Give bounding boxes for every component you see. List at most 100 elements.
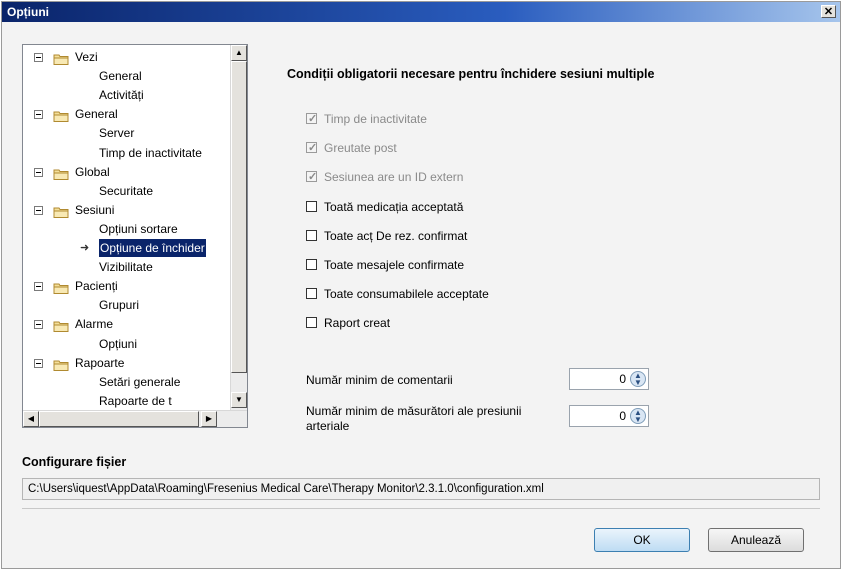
tree-group-label: General: [75, 107, 118, 122]
tree-horizontal-scrollbar[interactable]: ◀ ▶: [23, 410, 247, 427]
collapse-icon[interactable]: [34, 282, 43, 292]
folder-icon: [53, 167, 69, 180]
tree-item-selected-label: Opțiune de închider: [99, 239, 206, 257]
checkbox-label: Toate acț De rez. confirmat: [324, 228, 468, 243]
tree-item-label: Opțiuni sortare: [99, 221, 178, 236]
tree-group-label: Global: [75, 164, 110, 179]
checkbox-checked-icon: ✓: [306, 113, 318, 125]
folder-icon: [53, 319, 69, 333]
tree-item[interactable]: Vizibilitate: [23, 258, 228, 276]
tree-group-label: Alarme: [75, 317, 114, 332]
tree-vertical-scrollbar[interactable]: ▲ ▼: [230, 45, 247, 410]
tree-group-label: Pacienți: [75, 279, 118, 294]
tree-item-label: Vizibilitate: [99, 260, 153, 275]
tree-item[interactable]: Activități: [23, 86, 228, 104]
section-heading: Condiții obligatorii necesare pentru înc…: [287, 67, 655, 81]
checkbox-checked-icon: ✓: [306, 171, 318, 184]
close-button[interactable]: ✕: [821, 5, 836, 18]
tree-item[interactable]: Opțiuni: [23, 335, 228, 353]
tree-group-label: Vezi: [75, 50, 98, 64]
checkbox-label: Timp de inactivitate: [324, 112, 427, 126]
scroll-left-button[interactable]: ◀: [23, 411, 39, 427]
spinner-updown-icon[interactable]: ▲ ▼: [630, 371, 646, 387]
scroll-down-button[interactable]: ▼: [231, 392, 247, 408]
tree-item[interactable]: Server: [23, 124, 228, 142]
collapse-icon[interactable]: [34, 167, 43, 177]
condition-checkbox: ✓ Sesiunea are un ID extern: [306, 169, 463, 185]
tree-item[interactable]: Setări generale: [23, 373, 228, 391]
tree-item-label: Server: [99, 126, 135, 141]
tree-group-vezi[interactable]: Vezi: [23, 48, 228, 66]
checkbox-label: Toate mesajele confirmate: [324, 258, 465, 272]
scroll-right-button[interactable]: ▶: [201, 411, 217, 427]
collapse-icon[interactable]: [34, 320, 43, 330]
folder-icon: [53, 281, 69, 295]
min-comments-value: 0: [619, 372, 626, 386]
checkbox-checked-icon: ✓: [306, 142, 318, 155]
tree-item[interactable]: ➜ Opțiune de închider: [23, 239, 228, 257]
tree-item[interactable]: General: [23, 67, 228, 85]
tree-items: Vezi General Activități General Server Timp d…: [23, 45, 228, 410]
min-bp-measurements-value: 0: [619, 409, 626, 423]
condition-checkbox[interactable]: Toată medicația acceptată: [306, 199, 463, 215]
min-bp-measurements-label-line2: arteriale: [306, 419, 350, 433]
tree-group-rapoarte[interactable]: Rapoarte: [23, 354, 228, 372]
tree-item-label: General: [99, 69, 142, 84]
condition-checkbox[interactable]: Toate consumabilele acceptate: [306, 286, 489, 302]
checkbox-label: Toate consumabilele acceptate: [324, 287, 489, 302]
checkbox-label: Raport creat: [324, 316, 391, 331]
min-comments-spinner[interactable]: 0 ▲ ▼: [569, 368, 649, 390]
checkbox-label: Greutate post: [324, 141, 397, 156]
tree-item-label: Securitate: [99, 183, 154, 198]
scroll-thumb[interactable]: [231, 61, 247, 373]
min-bp-measurements-spinner[interactable]: 0 ▲ ▼: [569, 405, 649, 427]
tree-item[interactable]: Timp de inactivitate: [23, 144, 228, 162]
folder-icon: [53, 358, 69, 371]
tree-group-pacienți[interactable]: Pacienți: [23, 277, 228, 295]
checkbox-icon[interactable]: [306, 229, 317, 241]
tree-item[interactable]: Securitate: [23, 182, 228, 200]
min-bp-measurements-label-line1: Număr minim de măsurători ale presiunii: [306, 404, 522, 418]
tree-item-label: Activități: [99, 88, 144, 103]
h-scroll-thumb[interactable]: [39, 411, 199, 427]
condition-checkbox[interactable]: Toate mesajele confirmate: [306, 257, 464, 273]
scroll-up-button[interactable]: ▲: [231, 45, 247, 61]
tree-group-alarme[interactable]: Alarme: [23, 315, 228, 333]
collapse-icon[interactable]: [34, 205, 43, 215]
tree-group-general[interactable]: General: [23, 105, 228, 123]
divider: [22, 508, 820, 509]
condition-checkbox: ✓ Greutate post: [306, 140, 397, 156]
checkbox-label: Sesiunea are un ID extern: [324, 170, 464, 185]
dialog-title: Opțiuni: [7, 5, 49, 19]
tree-item-label: Grupuri: [99, 298, 140, 313]
checkbox-label: Toată medicația acceptată: [324, 199, 464, 214]
checkbox-icon[interactable]: [306, 259, 317, 270]
condition-checkbox[interactable]: Raport creat: [306, 315, 390, 331]
tree-item[interactable]: Rapoarte de t: [23, 392, 228, 410]
checkbox-icon[interactable]: [306, 288, 317, 300]
tree-item-label: Setări generale: [99, 374, 181, 389]
close-icon: ✕: [823, 6, 834, 18]
collapse-icon[interactable]: [34, 110, 43, 120]
tree-item[interactable]: Opțiuni sortare: [23, 220, 228, 238]
condition-checkbox[interactable]: Toate acț De rez. confirmat: [306, 228, 467, 244]
title-bar: Opțiuni ✕: [2, 2, 840, 22]
tree-item[interactable]: Grupuri: [23, 296, 228, 314]
collapse-icon[interactable]: [34, 53, 43, 62]
tree-group-label: Sesiuni: [75, 202, 115, 217]
ok-button[interactable]: OK: [594, 528, 690, 552]
current-arrow-icon: ➜: [80, 242, 90, 254]
collapse-icon[interactable]: [34, 358, 43, 368]
checkbox-icon[interactable]: [306, 317, 317, 329]
folder-icon: [53, 52, 69, 65]
options-tree[interactable]: Vezi General Activități General Server Timp d…: [22, 44, 248, 428]
tree-group-global[interactable]: Global: [23, 163, 228, 181]
cancel-button[interactable]: Anulează: [708, 528, 804, 552]
config-file-path: C:\Users\iquest\AppData\Roaming\Freseniu…: [22, 478, 820, 500]
checkbox-icon[interactable]: [306, 200, 317, 212]
spinner-updown-icon[interactable]: ▲ ▼: [630, 408, 646, 424]
folder-icon: [53, 109, 69, 123]
tree-group-label: Rapoarte: [75, 355, 125, 370]
condition-checkbox: ✓ Timp de inactivitate: [306, 111, 427, 127]
tree-group-sesiuni[interactable]: Sesiuni: [23, 201, 228, 219]
